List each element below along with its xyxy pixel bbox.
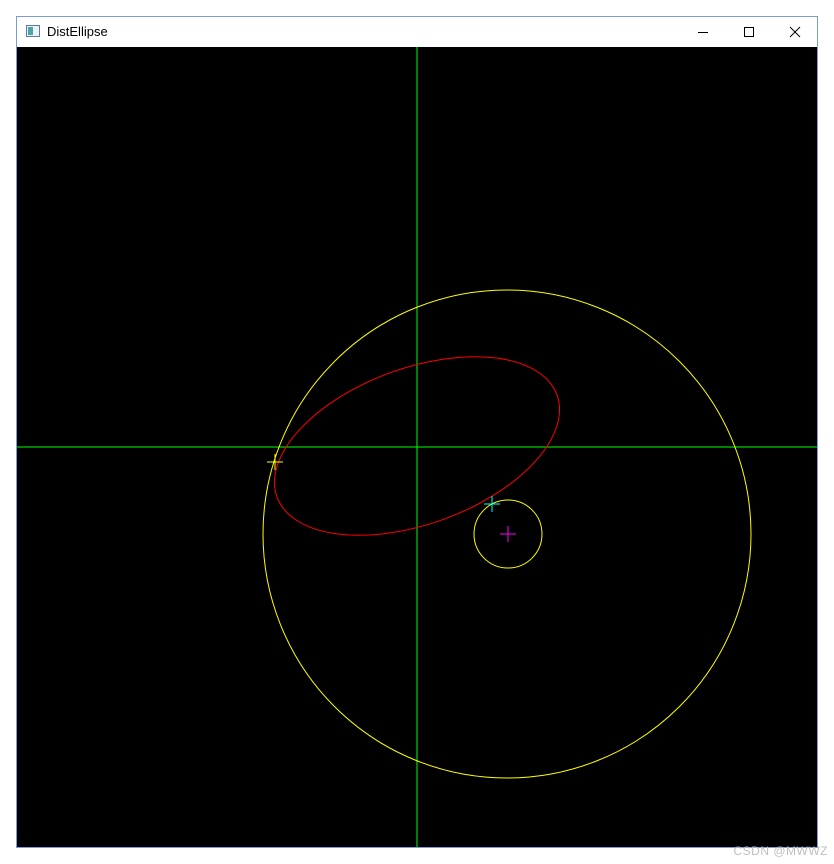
app-icon: [26, 25, 40, 37]
maximize-button[interactable]: [726, 17, 772, 47]
watermark: CSDN @MWWZ: [733, 844, 828, 858]
maximize-icon: [744, 27, 754, 37]
close-button[interactable]: [772, 17, 818, 47]
drawing-canvas[interactable]: [17, 47, 817, 847]
minimize-icon: [698, 32, 708, 33]
window-title: DistEllipse: [47, 24, 108, 39]
app-window: DistEllipse: [16, 16, 818, 848]
scene-svg: [17, 47, 817, 847]
title-bar[interactable]: DistEllipse: [17, 17, 817, 47]
close-icon: [789, 26, 801, 38]
center-marker: [500, 526, 516, 542]
closest-point-marker: [484, 496, 500, 512]
minimize-button[interactable]: [680, 17, 726, 47]
